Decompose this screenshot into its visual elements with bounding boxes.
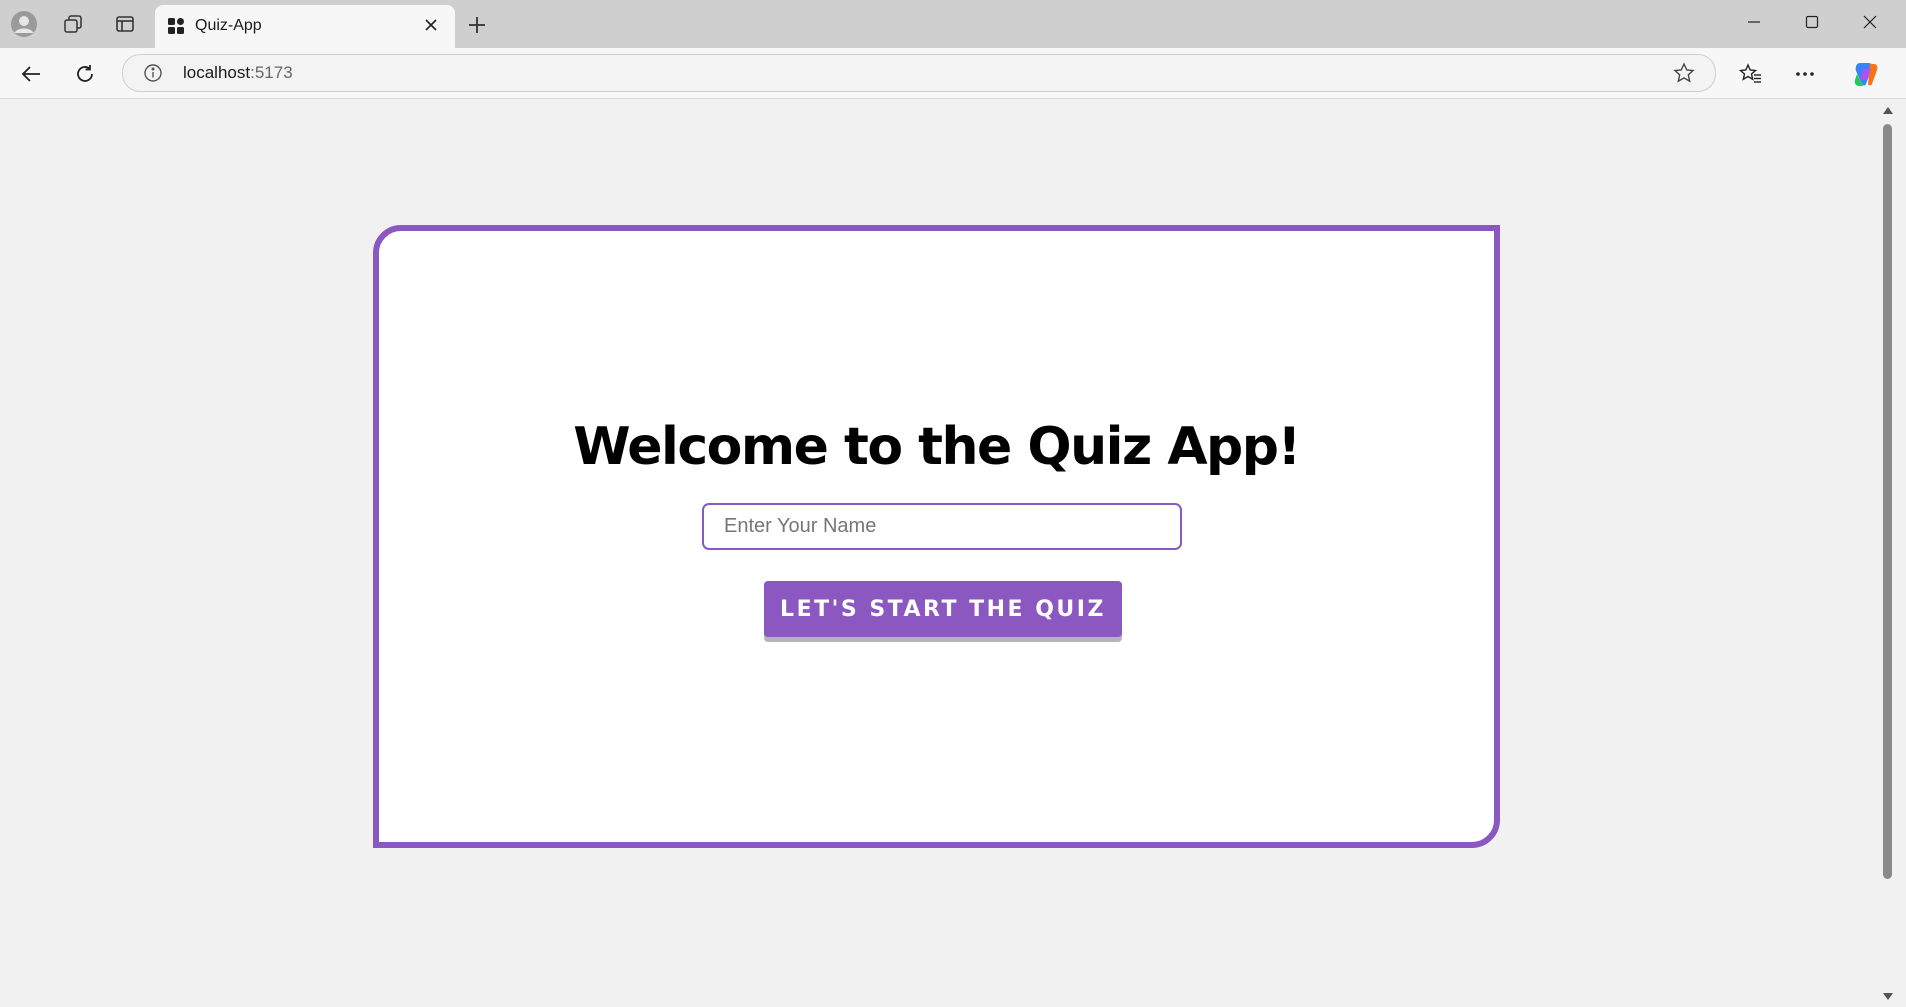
more-icon[interactable] <box>1788 57 1822 91</box>
profile-icon[interactable] <box>8 8 40 40</box>
address-bar[interactable]: localhost:5173 <box>122 54 1716 92</box>
start-quiz-button[interactable]: Let's Start the Quiz <box>764 581 1122 637</box>
url-text: localhost:5173 <box>183 63 293 83</box>
info-icon[interactable] <box>143 63 163 83</box>
active-tab[interactable]: Quiz-App <box>155 5 455 48</box>
close-icon[interactable] <box>419 13 443 37</box>
url-host: localhost <box>183 63 251 82</box>
window-close-icon[interactable] <box>1841 0 1899 44</box>
refresh-icon[interactable] <box>68 57 102 91</box>
tab-actions-icon[interactable] <box>109 8 141 40</box>
scrollbar-thumb[interactable] <box>1883 124 1892 879</box>
grid-app-icon <box>168 18 184 34</box>
back-arrow-icon[interactable] <box>14 57 48 91</box>
welcome-heading: Welcome to the Quiz App! <box>573 417 1301 477</box>
star-icon[interactable] <box>1673 62 1695 84</box>
scroll-down-icon[interactable] <box>1881 990 1895 1002</box>
favorites-icon[interactable] <box>1734 57 1768 91</box>
minimize-icon[interactable] <box>1725 0 1783 44</box>
copilot-icon[interactable] <box>1848 57 1882 91</box>
workspaces-icon[interactable] <box>57 8 89 40</box>
maximize-icon[interactable] <box>1783 0 1841 44</box>
browser-toolbar: localhost:5173 <box>0 48 1906 99</box>
tab-title: Quiz-App <box>195 17 262 34</box>
quiz-card: Welcome to the Quiz App! Let's Start the… <box>373 225 1500 848</box>
plus-icon[interactable] <box>462 10 492 40</box>
url-port: :5173 <box>250 63 293 82</box>
tab-strip: Quiz-App <box>0 0 1906 48</box>
scroll-up-icon[interactable] <box>1881 104 1895 116</box>
name-input[interactable] <box>702 503 1182 550</box>
